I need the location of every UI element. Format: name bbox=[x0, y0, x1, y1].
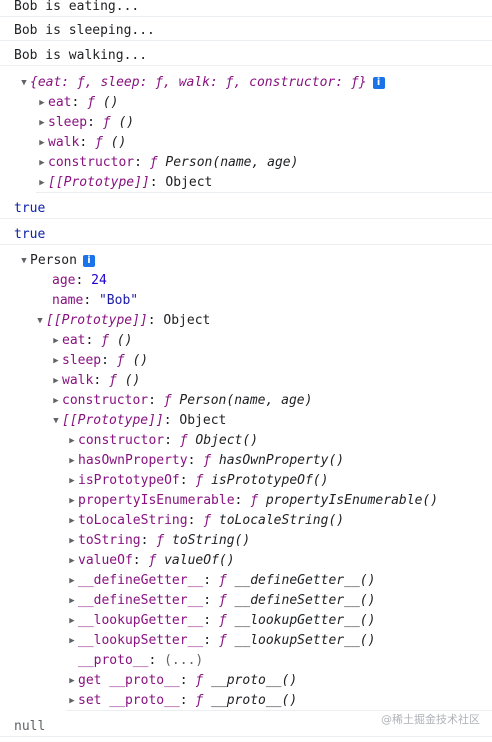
collapse-triangle-icon[interactable]: ▶ bbox=[66, 591, 78, 611]
collapse-triangle-icon[interactable]: ▶ bbox=[66, 511, 78, 531]
person-proto-constructor[interactable]: ▶ constructor: ƒ Person(name, age) bbox=[50, 391, 492, 411]
person-proto-eat[interactable]: ▶ eat: ƒ () bbox=[50, 331, 492, 351]
proto-prop-prototype[interactable]: ▶ [[Prototype]]: Object bbox=[36, 173, 492, 193]
object-proto-get-proto[interactable]: ▶ get __proto__: ƒ __proto__() bbox=[66, 671, 492, 691]
person-prop-age: age: 24 bbox=[52, 273, 107, 288]
collapse-triangle-icon[interactable]: ▶ bbox=[66, 531, 78, 551]
object-proto-propertyisenumerable[interactable]: ▶ propertyIsEnumerable: ƒ propertyIsEnume… bbox=[66, 491, 492, 511]
expand-triangle-icon[interactable]: ▼ bbox=[18, 73, 30, 93]
collapse-triangle-icon[interactable]: ▶ bbox=[66, 611, 78, 631]
object-proto-definegetter[interactable]: ▶ __defineGetter__: ƒ __defineGetter__() bbox=[66, 571, 492, 591]
collapse-triangle-icon[interactable]: ▶ bbox=[66, 631, 78, 651]
object-proto-proto[interactable]: __proto__: (...) bbox=[78, 651, 492, 671]
collapse-triangle-icon[interactable]: ▶ bbox=[66, 551, 78, 571]
collapse-triangle-icon[interactable]: ▶ bbox=[50, 351, 62, 371]
proto-prop-walk[interactable]: ▶ walk: ƒ () bbox=[36, 133, 492, 153]
collapse-triangle-icon[interactable]: ▶ bbox=[36, 133, 48, 153]
object-proto-isprototypeof[interactable]: ▶ isPrototypeOf: ƒ isPrototypeOf() bbox=[66, 471, 492, 491]
collapse-triangle-icon[interactable]: ▶ bbox=[66, 431, 78, 451]
person-proto-sleep[interactable]: ▶ sleep: ƒ () bbox=[50, 351, 492, 371]
proto-prop-constructor[interactable]: ▶ constructor: ƒ Person(name, age) bbox=[36, 153, 492, 173]
expand-triangle-icon[interactable]: ▼ bbox=[18, 251, 30, 271]
person-proto-walk[interactable]: ▶ walk: ƒ () bbox=[50, 371, 492, 391]
object-proto-set-proto[interactable]: ▶ set __proto__: ƒ __proto__() bbox=[66, 691, 492, 711]
collapse-triangle-icon[interactable]: ▶ bbox=[66, 671, 78, 691]
proto-object-summary[interactable]: ▼ {eat: ƒ, sleep: ƒ, walk: ƒ, constructor… bbox=[18, 73, 492, 93]
object-prototype[interactable]: ▼ [[Prototype]]: Object bbox=[50, 411, 492, 431]
collapse-triangle-icon[interactable]: ▶ bbox=[66, 471, 78, 491]
expand-triangle-icon[interactable]: ▼ bbox=[50, 411, 62, 431]
collapse-triangle-icon[interactable]: ▶ bbox=[36, 173, 48, 193]
console-log-line: Bob is eating... bbox=[0, 0, 492, 17]
person-object[interactable]: ▼ Person i bbox=[18, 251, 492, 271]
collapse-triangle-icon[interactable]: ▶ bbox=[36, 113, 48, 133]
console-log-line: Bob is walking... bbox=[0, 46, 492, 66]
object-proto-lookupsetter[interactable]: ▶ __lookupSetter__: ƒ __lookupSetter__() bbox=[66, 631, 492, 651]
watermark: @稀土掘金技术社区 bbox=[381, 713, 480, 726]
object-proto-lookupgetter[interactable]: ▶ __lookupGetter__: ƒ __lookupGetter__() bbox=[66, 611, 492, 631]
proto-prop-eat[interactable]: ▶ eat: ƒ () bbox=[36, 93, 492, 113]
proto-prop-sleep[interactable]: ▶ sleep: ƒ () bbox=[36, 113, 492, 133]
object-proto-definesetter[interactable]: ▶ __defineSetter__: ƒ __defineSetter__() bbox=[66, 591, 492, 611]
console-log-line: Bob is sleeping... bbox=[0, 21, 492, 41]
expand-triangle-icon[interactable]: ▼ bbox=[34, 311, 46, 331]
info-icon[interactable]: i bbox=[372, 76, 385, 89]
collapse-triangle-icon[interactable]: ▶ bbox=[36, 93, 48, 113]
collapse-triangle-icon[interactable]: ▶ bbox=[50, 331, 62, 351]
console-result-true: true bbox=[0, 199, 492, 219]
object-proto-constructor[interactable]: ▶ constructor: ƒ Object() bbox=[66, 431, 492, 451]
person-prototype[interactable]: ▼ [[Prototype]]: Object bbox=[34, 311, 492, 331]
collapse-triangle-icon[interactable]: ▶ bbox=[66, 451, 78, 471]
collapse-triangle-icon[interactable]: ▶ bbox=[36, 153, 48, 173]
person-prop-name: name: "Bob" bbox=[52, 293, 139, 308]
object-proto-tolocalestring[interactable]: ▶ toLocaleString: ƒ toLocaleString() bbox=[66, 511, 492, 531]
collapse-triangle-icon[interactable]: ▶ bbox=[66, 691, 78, 711]
collapse-triangle-icon[interactable]: ▶ bbox=[50, 391, 62, 411]
collapse-triangle-icon[interactable]: ▶ bbox=[66, 571, 78, 591]
info-icon[interactable]: i bbox=[82, 254, 95, 267]
collapse-triangle-icon[interactable]: ▶ bbox=[50, 371, 62, 391]
object-proto-tostring[interactable]: ▶ toString: ƒ toString() bbox=[66, 531, 492, 551]
object-proto-valueof[interactable]: ▶ valueOf: ƒ valueOf() bbox=[66, 551, 492, 571]
object-proto-hasownproperty[interactable]: ▶ hasOwnProperty: ƒ hasOwnProperty() bbox=[66, 451, 492, 471]
console-result-true: true bbox=[0, 225, 492, 245]
collapse-triangle-icon[interactable]: ▶ bbox=[66, 491, 78, 511]
